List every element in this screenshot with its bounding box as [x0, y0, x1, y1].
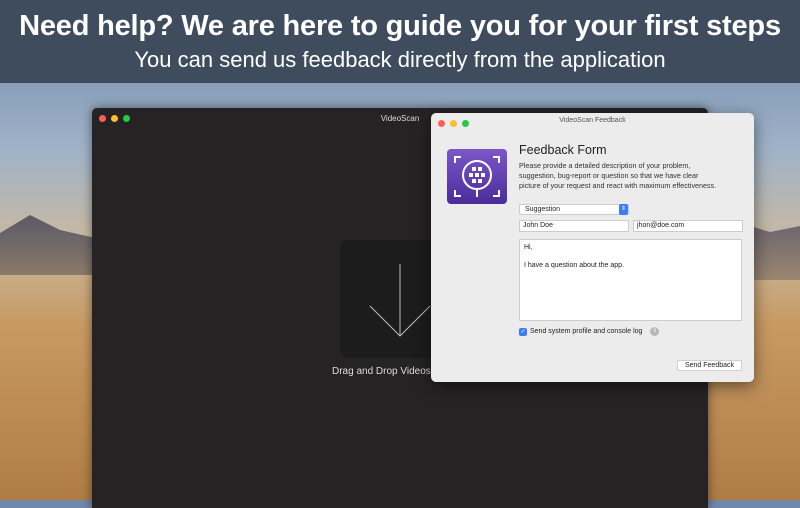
form-description: Please provide a detailed description of… — [519, 161, 717, 190]
select-value: Suggestion — [525, 206, 561, 213]
message-line: Hi, — [524, 244, 533, 251]
send-feedback-button[interactable]: Send Feedback — [677, 360, 742, 371]
system-profile-checkbox[interactable]: ✓ Send system profile and console log i — [519, 327, 660, 336]
updown-chevron-icon: ⇕ — [619, 204, 628, 215]
form-heading: Feedback Form — [519, 143, 607, 157]
drop-label: Drag and Drop Videos — [332, 366, 431, 377]
message-line: I have a question about the app. — [524, 262, 625, 269]
email-field[interactable]: jhon@doe.com — [633, 220, 743, 232]
message-textarea[interactable]: Hi, I have a question about the app. — [519, 239, 742, 321]
subline: You can send us feedback directly from t… — [134, 47, 666, 72]
window-title: VideoScan Feedback — [559, 117, 626, 124]
checkmark-icon[interactable]: ✓ — [519, 327, 527, 336]
app-icon — [447, 149, 507, 204]
checkbox-label: Send system profile and console log — [530, 328, 643, 335]
feedback-type-select[interactable]: Suggestion ⇕ — [519, 204, 629, 215]
mountain-left — [0, 215, 100, 275]
feedback-window: VideoScan Feedback Feedback Form Please … — [431, 113, 754, 382]
info-icon[interactable]: i — [650, 327, 660, 336]
promo-banner: Need help? We are here to guide you for … — [0, 0, 800, 83]
headline: Need help? We are here to guide you for … — [19, 10, 781, 42]
name-field[interactable]: John Doe — [519, 220, 629, 232]
